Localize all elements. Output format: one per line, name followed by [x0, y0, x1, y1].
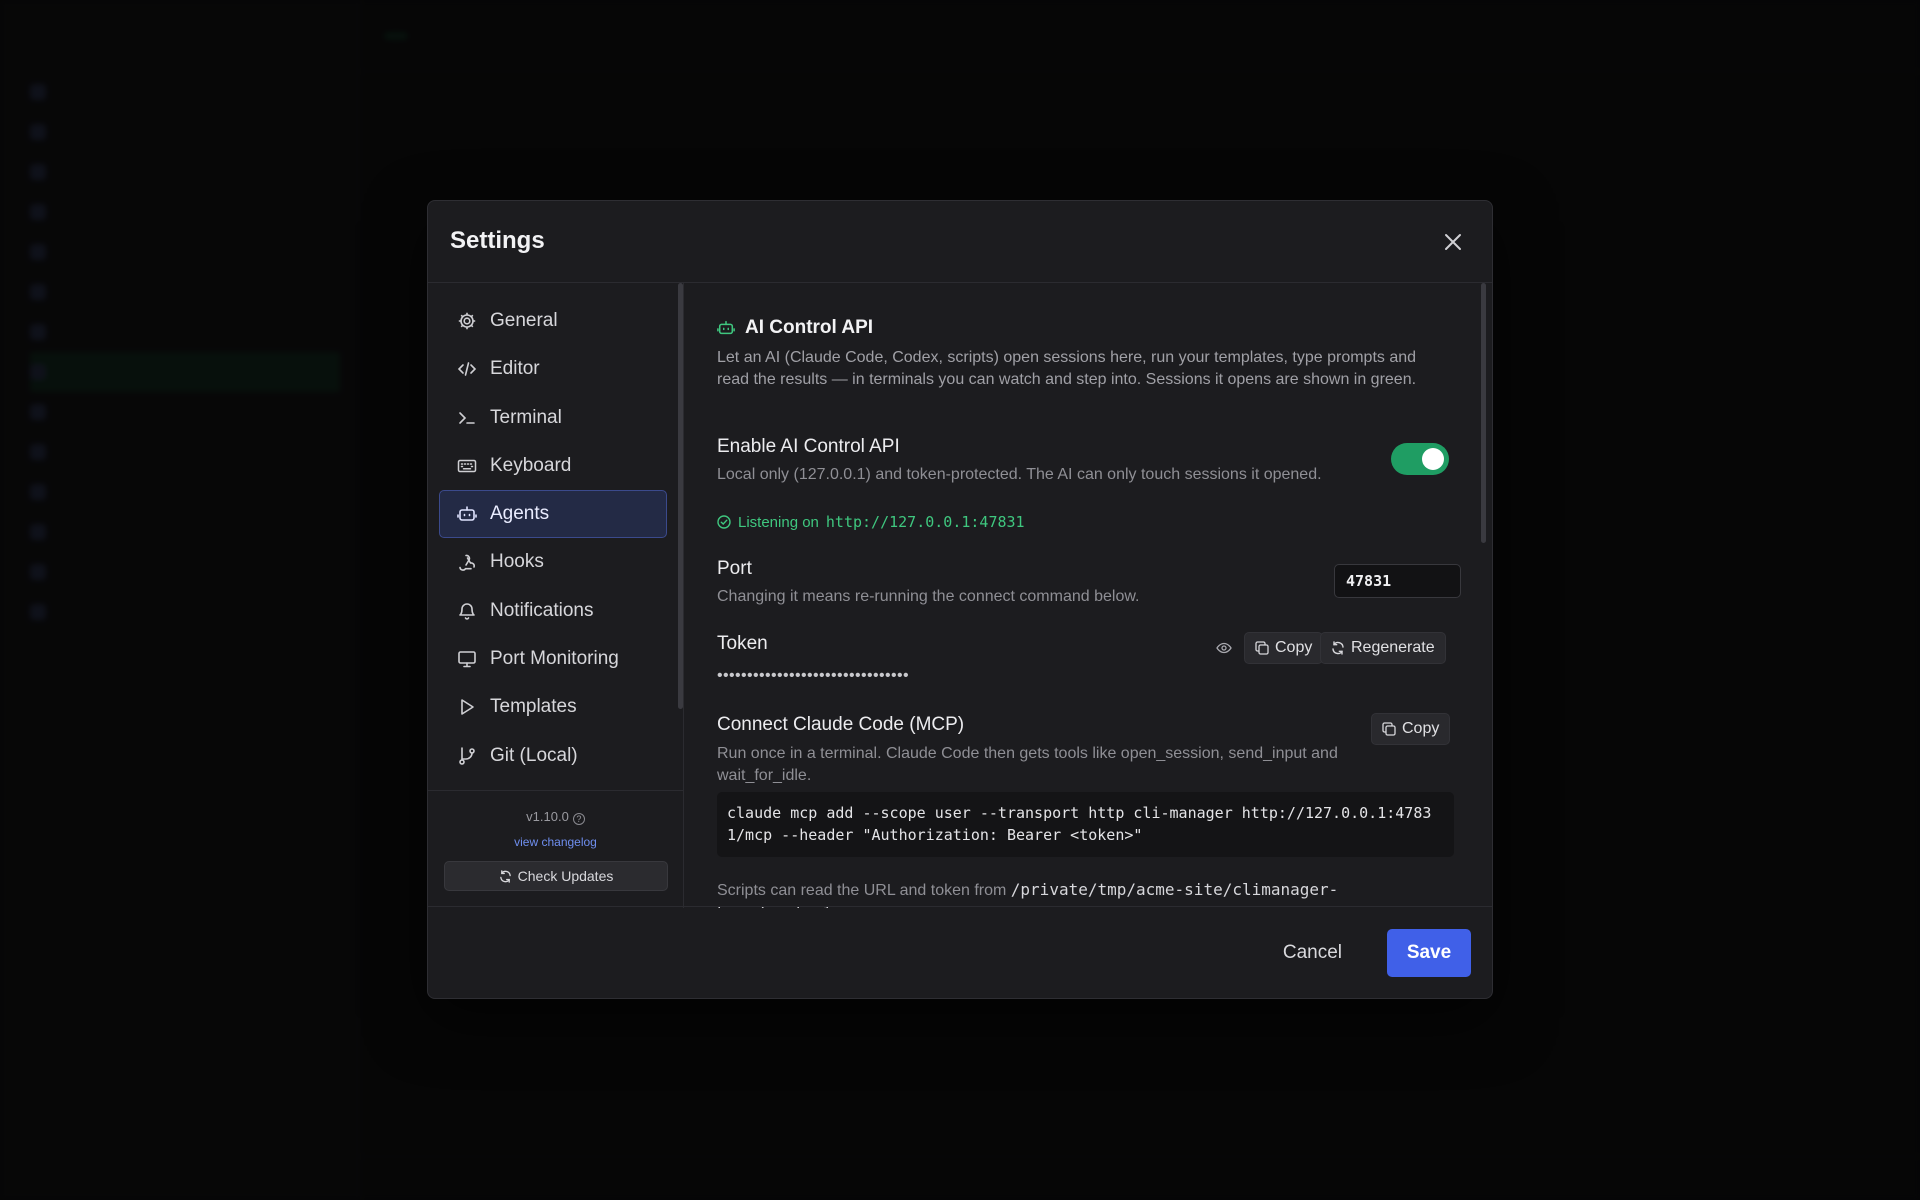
- nav-item-hooks[interactable]: Hooks: [439, 538, 667, 586]
- nav-item-label: Notifications: [490, 599, 594, 621]
- nav-item-label: Keyboard: [490, 454, 572, 476]
- version-text: v1.10.0: [526, 809, 569, 824]
- nav-item-label: Templates: [490, 696, 577, 718]
- nav-item-label: General: [490, 310, 558, 331]
- code-icon: [457, 362, 477, 377]
- section-description: Let an AI (Claude Code, Codex, scripts) …: [717, 349, 1417, 388]
- settings-nav: General Editor Terminal Keyboard Agents …: [428, 283, 684, 908]
- robot-icon: [717, 320, 735, 335]
- token-title: Token: [717, 633, 768, 654]
- copy-mcp-command-button[interactable]: Copy: [1371, 713, 1451, 745]
- token-value-masked: ••••••••••••••••••••••••••••••••: [717, 667, 910, 684]
- check-updates-button[interactable]: Check Updates: [444, 861, 668, 891]
- scripts-note: Scripts can read the URL and token from …: [717, 879, 1447, 908]
- port-input[interactable]: 47831: [1334, 564, 1461, 598]
- copy-token-button[interactable]: Copy: [1244, 632, 1324, 664]
- show-token-button[interactable]: [1211, 635, 1237, 661]
- help-icon[interactable]: ?: [572, 813, 585, 825]
- refresh-icon: [499, 869, 511, 883]
- nav-item-templates[interactable]: Templates: [439, 683, 667, 731]
- robot-icon: [457, 506, 477, 521]
- terminal-icon: [459, 411, 475, 424]
- bell-icon: [459, 603, 475, 620]
- nav-item-keyboard[interactable]: Keyboard: [439, 442, 667, 490]
- nav-list: General Editor Terminal Keyboard Agents …: [439, 297, 667, 780]
- nav-item-label: Port Monitoring: [490, 648, 619, 670]
- listening-label: Listening on: [738, 513, 819, 531]
- save-button[interactable]: Save: [1387, 929, 1471, 977]
- close-icon: [1445, 234, 1461, 250]
- nav-item-editor[interactable]: Editor: [439, 345, 667, 393]
- mcp-title: Connect Claude Code (MCP): [717, 714, 965, 735]
- copy-label: Copy: [1275, 639, 1313, 656]
- mcp-description: Run once in a terminal. Claude Code then…: [717, 745, 1338, 784]
- nav-item-agents[interactable]: Agents: [439, 490, 667, 539]
- enable-api-title: Enable AI Control API: [717, 436, 900, 457]
- modal-title: Settings: [450, 227, 545, 254]
- nav-item-label: Hooks: [490, 551, 544, 573]
- section-title-text: AI Control API: [745, 317, 874, 338]
- content-scrollbar[interactable]: [1481, 283, 1486, 543]
- copy-icon: [1382, 722, 1396, 736]
- port-description: Changing it means re-running the connect…: [717, 588, 1140, 605]
- check-updates-label: Check Updates: [517, 868, 614, 884]
- copy-icon: [1255, 641, 1269, 655]
- cancel-button[interactable]: Cancel: [1271, 929, 1354, 977]
- nav-item-label: Terminal: [490, 406, 562, 428]
- view-changelog-link[interactable]: view changelog: [428, 835, 683, 849]
- regenerate-label: Regenerate: [1351, 639, 1435, 656]
- nav-item-notifications[interactable]: Notifications: [439, 587, 667, 635]
- webhook-icon: [459, 555, 475, 572]
- settings-modal: Settings General Editor Terminal Keyboar…: [427, 200, 1493, 999]
- version-label: v1.10.0?: [428, 809, 683, 825]
- modal-footer: Cancel Save: [428, 906, 1492, 998]
- agents-settings-panel: AI Control API Let an AI (Claude Code, C…: [685, 283, 1492, 908]
- enable-api-description: Local only (127.0.0.1) and token-protect…: [717, 466, 1322, 483]
- nav-item-terminal[interactable]: Terminal: [439, 394, 667, 442]
- modal-header: Settings: [428, 201, 1492, 283]
- toggle-knob: [1422, 448, 1444, 470]
- listening-url: http://127.0.0.1:47831: [825, 513, 1025, 531]
- nav-item-label: Editor: [490, 358, 540, 380]
- nav-item-label: Agents: [490, 503, 550, 525]
- eye-icon: [1216, 642, 1232, 654]
- nav-item-git-local[interactable]: Git (Local): [439, 732, 667, 780]
- check-circle-icon: [717, 515, 731, 529]
- close-button[interactable]: [1440, 229, 1466, 255]
- scripts-note-text: Scripts can read the URL and token from: [717, 882, 1007, 899]
- enable-api-toggle[interactable]: [1391, 443, 1449, 475]
- copy-label: Copy: [1402, 720, 1440, 737]
- nav-item-general[interactable]: General: [439, 297, 667, 345]
- mcp-command-code[interactable]: claude mcp add --scope user --transport …: [717, 792, 1454, 857]
- section-title: AI Control API: [717, 317, 873, 339]
- git-branch-icon: [459, 746, 475, 765]
- keyboard-icon: [457, 459, 477, 473]
- monitor-icon: [458, 651, 476, 668]
- refresh-icon: [1332, 641, 1344, 655]
- nav-item-port-monitoring[interactable]: Port Monitoring: [439, 635, 667, 683]
- port-title: Port: [717, 558, 752, 579]
- regenerate-token-button[interactable]: Regenerate: [1320, 632, 1446, 664]
- listening-status: Listening on http://127.0.0.1:47831: [717, 513, 1025, 531]
- nav-item-label: Git (Local): [490, 744, 578, 766]
- nav-footer: v1.10.0? view changelog Check Updates: [428, 790, 683, 908]
- nav-scrollbar[interactable]: [678, 283, 683, 709]
- gear-icon: [458, 312, 476, 330]
- play-icon: [461, 699, 474, 716]
